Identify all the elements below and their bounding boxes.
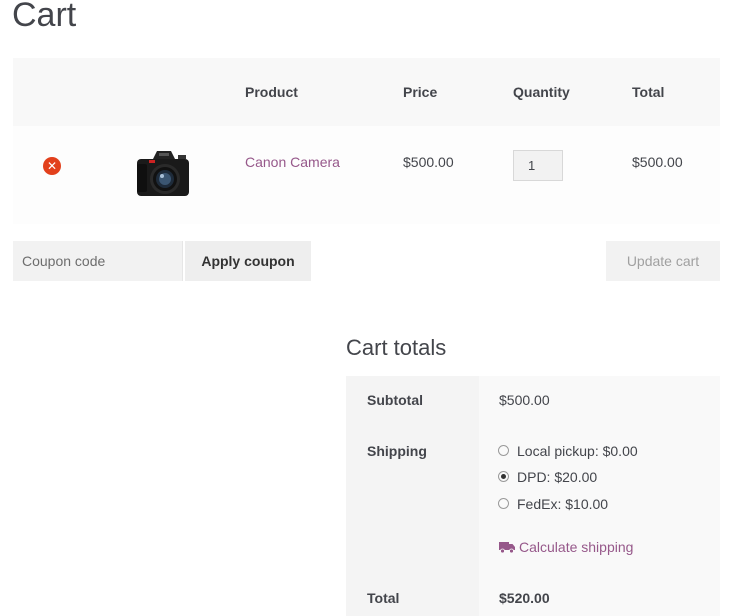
subtotal-value: $500.00 xyxy=(499,392,550,408)
cart-table-row xyxy=(13,126,720,224)
remove-item-button[interactable]: ✕ xyxy=(43,157,61,175)
column-header-total: Total xyxy=(632,84,665,100)
cart-table-header xyxy=(13,58,720,126)
shipping-option-local-pickup-label[interactable]: Local pickup: $0.00 xyxy=(517,443,638,459)
calculate-shipping-label[interactable]: Calculate shipping xyxy=(519,539,633,555)
product-name-link[interactable]: Canon Camera xyxy=(245,154,340,170)
total-value: $520.00 xyxy=(499,590,550,606)
column-header-product: Product xyxy=(245,84,298,100)
column-header-quantity: Quantity xyxy=(513,84,570,100)
shipping-label: Shipping xyxy=(367,443,427,459)
quantity-input[interactable] xyxy=(513,150,563,181)
subtotal-label: Subtotal xyxy=(367,392,423,408)
shipping-radio-fedex[interactable] xyxy=(498,498,509,509)
total-label: Total xyxy=(367,590,400,606)
column-header-price: Price xyxy=(403,84,438,100)
shipping-radio-dpd[interactable] xyxy=(498,471,509,482)
calculate-shipping-link[interactable]: Calculate shipping xyxy=(499,539,633,555)
cart-totals-title: Cart totals xyxy=(346,335,447,360)
truck-icon xyxy=(499,542,515,553)
page-title: Cart xyxy=(12,0,77,34)
total-label-cell xyxy=(346,572,479,616)
product-thumbnail-image[interactable] xyxy=(133,148,193,200)
update-cart-button[interactable]: Update cart xyxy=(606,241,720,281)
close-circle-icon: ✕ xyxy=(46,159,58,173)
apply-coupon-button[interactable]: Apply coupon xyxy=(185,241,311,281)
shipping-option-dpd-label[interactable]: DPD: $20.00 xyxy=(517,469,597,485)
shipping-option-fedex-label[interactable]: FedEx: $10.00 xyxy=(517,496,608,512)
product-line-total: $500.00 xyxy=(632,154,683,170)
coupon-code-input[interactable] xyxy=(13,241,183,281)
product-price: $500.00 xyxy=(403,154,454,170)
shipping-radio-local-pickup[interactable] xyxy=(498,445,509,456)
